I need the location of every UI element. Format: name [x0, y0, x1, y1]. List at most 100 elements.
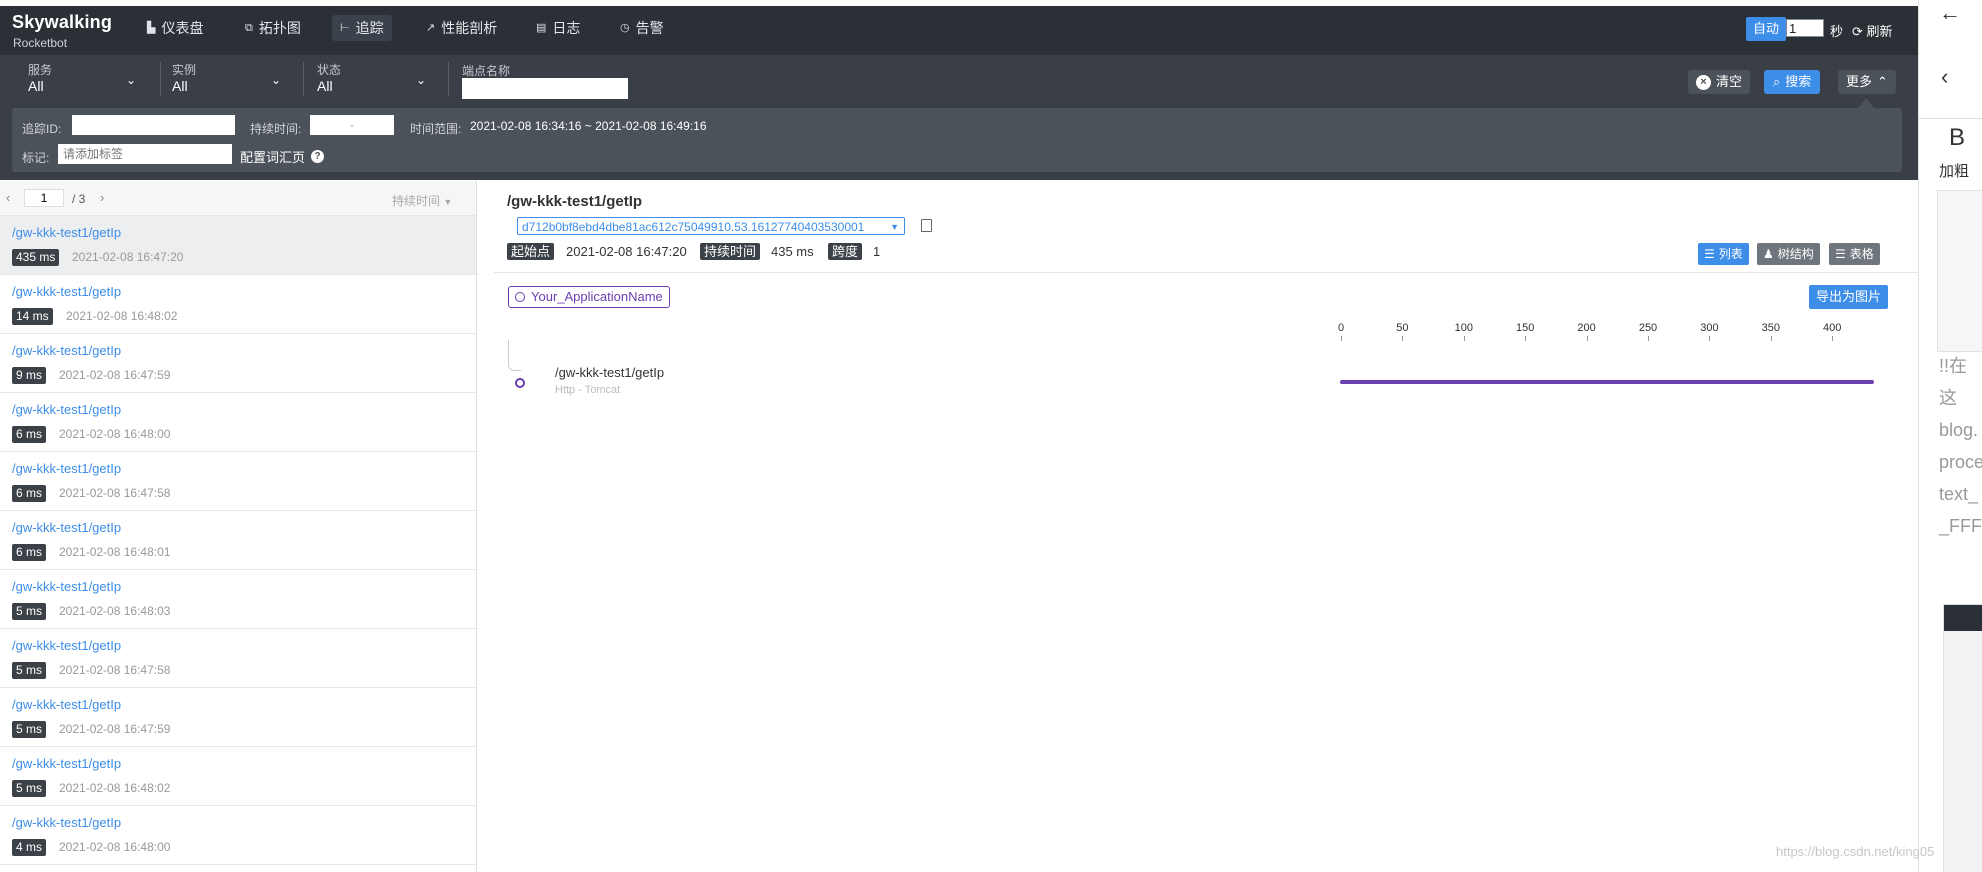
- trace-list-item[interactable]: /gw-kkk-test1/getIp 4 ms 2021-02-08 16:48:…: [0, 806, 476, 865]
- trace-endpoint-link[interactable]: /gw-kkk-test1/getIp: [12, 343, 121, 358]
- page-total: / 3: [72, 192, 86, 206]
- export-image-button[interactable]: 导出为图片: [1809, 285, 1889, 309]
- chevron-down-icon[interactable]: ⌄: [271, 73, 281, 87]
- trace-endpoint-link[interactable]: /gw-kkk-test1/getIp: [12, 579, 121, 594]
- topology-icon: ⧉: [245, 22, 253, 34]
- list-view-label: 列表: [1718, 247, 1743, 261]
- search-button[interactable]: ⌕ 搜索: [1764, 70, 1821, 94]
- trace-list-item[interactable]: /gw-kkk-test1/getIp 6 ms 2021-02-08 16:48:…: [0, 511, 476, 570]
- trace-endpoint-link[interactable]: /gw-kkk-test1/getIp: [12, 284, 121, 299]
- trace-start-time: 2021-02-08 16:47:59: [59, 722, 171, 736]
- duration-range-input[interactable]: -: [310, 115, 394, 135]
- nav-dashboard-label: 仪表盘: [161, 20, 204, 36]
- divider: [160, 62, 161, 96]
- service-filter[interactable]: 服务 All: [28, 61, 138, 94]
- clear-button[interactable]: × 清空: [1688, 70, 1751, 94]
- nav-trace-label: 追踪: [355, 20, 384, 36]
- tree-view-label: 树结构: [1777, 247, 1814, 261]
- list-view-button[interactable]: ☰ 列表: [1698, 243, 1749, 265]
- refresh-button[interactable]: ⟳ 刷新: [1852, 21, 1893, 40]
- chevron-left-icon[interactable]: ‹: [1941, 64, 1948, 90]
- trace-list-item[interactable]: /gw-kkk-test1/getIp 435 ms 2021-02-08 16:4…: [0, 216, 476, 275]
- prev-page-icon[interactable]: ‹: [6, 190, 10, 205]
- table-view-button[interactable]: ☰ 表格: [1829, 243, 1880, 265]
- trace-list-item[interactable]: /gw-kkk-test1/getIp 6 ms 2021-02-08 16:48:…: [0, 393, 476, 452]
- nav-profile[interactable]: ↗ 性能剖析: [418, 15, 505, 41]
- nav-alarm[interactable]: ◷ 告警: [612, 15, 672, 41]
- application-tag[interactable]: Your_ApplicationName: [508, 286, 670, 308]
- auto-refresh-button[interactable]: 自动: [1746, 17, 1787, 41]
- trace-endpoint-link[interactable]: /gw-kkk-test1/getIp: [12, 225, 121, 240]
- trace-start-time: 2021-02-08 16:47:58: [59, 663, 171, 677]
- trace-endpoint-link[interactable]: /gw-kkk-test1/getIp: [12, 461, 121, 476]
- trace-endpoint-link[interactable]: /gw-kkk-test1/getIp: [12, 520, 121, 535]
- trace-duration-badge: 9 ms: [12, 367, 47, 384]
- status-filter-label: 状态: [317, 63, 342, 77]
- nav-trace[interactable]: ⊢ 追踪: [332, 15, 392, 41]
- nav-log-label: 日志: [552, 20, 581, 36]
- trace-endpoint-link[interactable]: /gw-kkk-test1/getIp: [12, 402, 121, 417]
- span-duration-bar[interactable]: [1340, 380, 1875, 384]
- clear-label: 清空: [1716, 74, 1743, 89]
- trace-duration-badge: 6 ms: [12, 544, 47, 561]
- trace-endpoint-link[interactable]: /gw-kkk-test1/getIp: [12, 756, 121, 771]
- sort-selector[interactable]: 持续时间 ▼: [392, 192, 452, 209]
- time-range-value[interactable]: 2021-02-08 16:34:16 ~ 2021-02-08 16:49:1…: [470, 119, 707, 133]
- trace-duration-badge: 5 ms: [12, 721, 47, 738]
- bold-letter[interactable]: B: [1949, 124, 1965, 152]
- trace-id-input[interactable]: [72, 115, 235, 135]
- duration-tag-value: 435 ms: [771, 244, 814, 259]
- divider: [448, 62, 449, 96]
- logo[interactable]: Skywalking: [12, 12, 112, 33]
- endpoint-filter-label: 端点名称: [462, 64, 511, 78]
- span-node-icon[interactable]: [515, 378, 525, 388]
- logo-subtitle: Rocketbot: [13, 36, 68, 50]
- trace-start-time: 2021-02-08 16:48:02: [59, 781, 171, 795]
- back-arrow-icon[interactable]: ←: [1939, 0, 1961, 26]
- trace-list-item[interactable]: /gw-kkk-test1/getIp 6 ms 2021-02-08 16:47:…: [0, 452, 476, 511]
- refresh-label: 刷新: [1866, 24, 1893, 39]
- nav-dashboard[interactable]: ▙ 仪表盘: [139, 15, 211, 41]
- trace-duration-badge: 435 ms: [12, 249, 60, 266]
- trace-duration-badge: 6 ms: [12, 426, 47, 443]
- timeline-tick-label: 0: [1337, 322, 1345, 334]
- status-filter[interactable]: 状态 All: [317, 61, 427, 94]
- chevron-down-icon[interactable]: ⌄: [416, 73, 426, 87]
- trace-list-item[interactable]: /gw-kkk-test1/getIp 5 ms 2021-02-08 16:47:…: [0, 688, 476, 747]
- trace-endpoint-link[interactable]: /gw-kkk-test1/getIp: [12, 638, 121, 653]
- chevron-down-icon[interactable]: ⌄: [126, 73, 136, 87]
- next-page-icon[interactable]: ›: [100, 190, 104, 205]
- trace-endpoint-link[interactable]: /gw-kkk-test1/getIp: [12, 815, 121, 830]
- span-name[interactable]: /gw-kkk-test1/getIp: [555, 365, 664, 380]
- divider: [494, 272, 1918, 273]
- trace-id-select[interactable]: d712b0bf8ebd4dbe81ac612c75049910.53.1612…: [517, 217, 905, 235]
- span-count-label: 跨度: [828, 243, 863, 260]
- nav-topology[interactable]: ⧉ 拓扑图: [237, 15, 309, 41]
- trace-detail-title: /gw-kkk-test1/getIp: [507, 193, 643, 210]
- bold-label[interactable]: 加粗: [1939, 160, 1969, 181]
- trace-list-item[interactable]: /gw-kkk-test1/getIp 5 ms 2021-02-08 16:48:…: [0, 570, 476, 629]
- trace-duration-badge: 6 ms: [12, 485, 47, 502]
- more-button[interactable]: 更多 ⌃: [1838, 70, 1896, 94]
- trace-duration-badge: 14 ms: [12, 308, 53, 325]
- thumbnail-header: [1944, 605, 1982, 631]
- refresh-interval-input[interactable]: [1786, 19, 1824, 37]
- endpoint-name-input[interactable]: [462, 78, 628, 99]
- copy-icon[interactable]: [921, 219, 932, 232]
- trace-start-time: 2021-02-08 16:48:03: [59, 604, 171, 618]
- search-label: 搜索: [1785, 74, 1812, 89]
- trace-list-item[interactable]: /gw-kkk-test1/getIp 14 ms 2021-02-08 16:48…: [0, 275, 476, 334]
- circle-icon: [515, 292, 525, 302]
- tag-input[interactable]: [58, 144, 232, 164]
- config-vocab-link[interactable]: 配置词汇页 ?: [240, 147, 325, 166]
- trace-list-item[interactable]: /gw-kkk-test1/getIp 9 ms 2021-02-08 16:47:…: [0, 334, 476, 393]
- trace-list-item[interactable]: /gw-kkk-test1/getIp 5 ms 2021-02-08 16:47:…: [0, 629, 476, 688]
- nav-log[interactable]: ▤ 日志: [528, 15, 588, 41]
- page-number-input[interactable]: [24, 189, 64, 207]
- trace-list-item[interactable]: /gw-kkk-test1/getIp 5 ms 2021-02-08 16:48:…: [0, 747, 476, 806]
- trace-duration-badge: 5 ms: [12, 780, 47, 797]
- time-range-label: 时间范围:: [410, 122, 462, 136]
- tree-view-button[interactable]: ♟ 树结构: [1757, 243, 1820, 265]
- instance-filter[interactable]: 实例 All: [172, 61, 282, 94]
- trace-endpoint-link[interactable]: /gw-kkk-test1/getIp: [12, 697, 121, 712]
